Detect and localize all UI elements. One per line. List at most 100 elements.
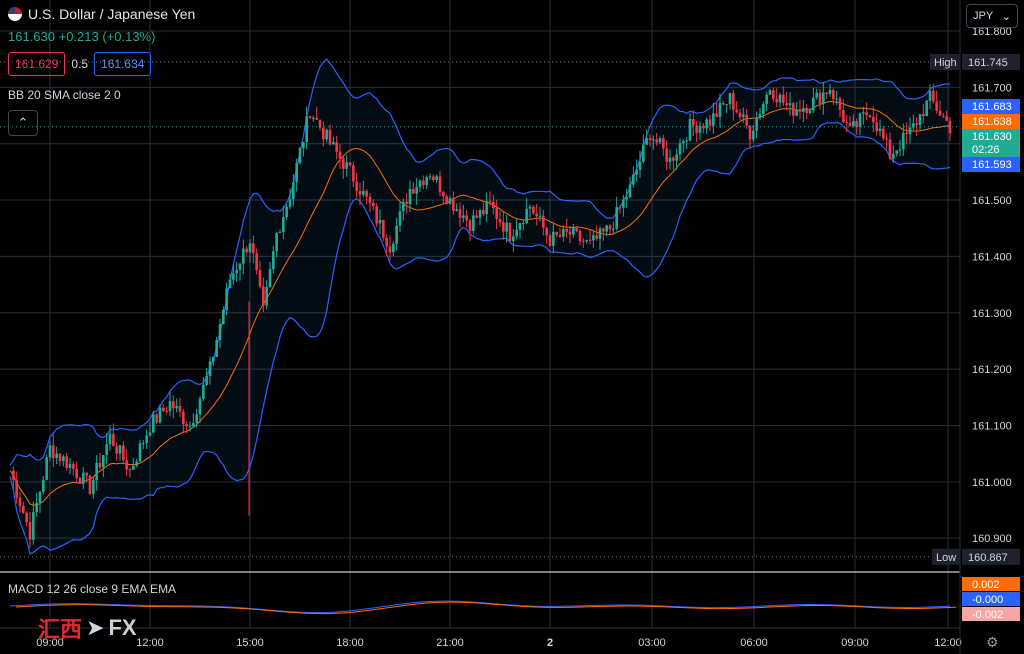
candle-body	[648, 138, 652, 141]
candle-body	[858, 113, 862, 127]
bid-button[interactable]: 161.629	[8, 52, 66, 76]
candle-body	[382, 219, 385, 238]
candle-body	[148, 432, 152, 436]
candle-body	[345, 162, 348, 169]
candle-body	[645, 138, 648, 145]
candle-body	[235, 269, 238, 274]
y-tick-label: 161.300	[972, 308, 1012, 320]
collapse-button[interactable]: ⌃	[8, 110, 38, 136]
candle-body	[615, 207, 618, 229]
candle-body	[75, 468, 78, 478]
candle-body	[225, 288, 228, 311]
candle-body	[895, 150, 898, 154]
candle-body	[32, 512, 35, 540]
y-tick-label: 161.200	[972, 364, 1012, 376]
candle-body	[635, 169, 638, 175]
candle-body	[55, 453, 58, 458]
price-label-upper: 161.683	[972, 101, 1012, 113]
candle-body	[618, 207, 622, 209]
candle-body	[668, 157, 672, 162]
macd-indicator-label[interactable]: MACD 12 26 close 9 EMA EMA	[8, 582, 176, 596]
price-label-basis: 161.638	[972, 116, 1012, 128]
candle-body	[158, 407, 162, 423]
candle-body	[555, 231, 558, 235]
price-label-timer: 02:26	[972, 144, 1000, 156]
candle-body	[258, 270, 262, 287]
candle-body	[142, 443, 145, 445]
candle-body	[585, 239, 588, 242]
candle-body	[355, 181, 358, 192]
candle-body	[632, 174, 635, 185]
candle-body	[762, 104, 765, 115]
candle-body	[878, 128, 882, 132]
candle-body	[18, 497, 22, 506]
x-tick-label: 12:00	[934, 637, 962, 649]
candle-body	[375, 206, 378, 224]
candle-body	[568, 231, 572, 235]
candle-body	[825, 92, 828, 94]
candle-body	[242, 248, 245, 264]
candle-body	[42, 479, 45, 492]
price-chart[interactable]: 161.800161.700161.600161.500161.400161.3…	[0, 0, 1024, 654]
candle-body	[155, 414, 158, 423]
candle-body	[95, 462, 98, 480]
candle-body	[368, 196, 372, 203]
logo-mark-icon: ➤	[86, 615, 105, 640]
candle-body	[342, 158, 345, 169]
candle-body	[682, 141, 685, 144]
candle-body	[775, 99, 778, 103]
candle-body	[688, 119, 692, 141]
candle-body	[238, 263, 242, 270]
candle-body	[102, 455, 105, 468]
candle-body	[198, 398, 202, 415]
candle-body	[408, 188, 412, 205]
candle-body	[848, 122, 852, 126]
candle-body	[68, 463, 72, 468]
candle-body	[528, 206, 532, 209]
candle-body	[412, 188, 415, 194]
y-tick-label: 161.500	[972, 195, 1012, 207]
bb-indicator-label[interactable]: BB 20 SMA close 2 0	[8, 88, 121, 102]
candle-body	[802, 107, 805, 112]
candle-body	[678, 143, 682, 155]
candle-body	[472, 215, 475, 231]
candle-body	[168, 401, 172, 412]
candle-body	[718, 102, 722, 117]
candle-body	[442, 192, 445, 197]
candle-body	[498, 219, 502, 223]
candle-body	[455, 209, 458, 211]
candle-body	[105, 444, 108, 456]
candle-body	[748, 125, 752, 140]
candle-body	[118, 445, 122, 454]
candle-body	[452, 197, 455, 211]
ask-button[interactable]: 161.634	[94, 52, 152, 76]
candle-body	[438, 176, 442, 193]
candle-body	[232, 273, 235, 280]
candle-body	[88, 475, 92, 494]
candle-body	[898, 149, 902, 151]
candle-body	[462, 215, 465, 218]
candle-body	[85, 472, 88, 476]
candle-body	[22, 505, 25, 513]
candle-body	[778, 94, 782, 103]
candle-body	[282, 217, 285, 233]
symbol-header: U.S. Dollar / Japanese Yen	[8, 6, 195, 22]
y-tick-label: 161.100	[972, 420, 1012, 432]
currency-select[interactable]: JPY ⌄	[966, 4, 1018, 28]
candle-body	[662, 138, 665, 149]
candle-body	[332, 142, 335, 145]
candle-body	[52, 445, 55, 458]
spread-value: 0.5	[71, 57, 89, 71]
candle-body	[938, 110, 942, 116]
candle-body	[872, 116, 875, 123]
low-value: 160.867	[968, 552, 1008, 564]
settings-icon[interactable]: ⚙	[986, 634, 999, 651]
candle-body	[138, 443, 142, 462]
candle-body	[815, 92, 818, 98]
candle-body	[185, 424, 188, 427]
candle-body	[855, 121, 858, 127]
candle-body	[445, 196, 448, 204]
candle-body	[918, 114, 922, 125]
candle-body	[308, 116, 312, 119]
candle-body	[792, 103, 795, 116]
